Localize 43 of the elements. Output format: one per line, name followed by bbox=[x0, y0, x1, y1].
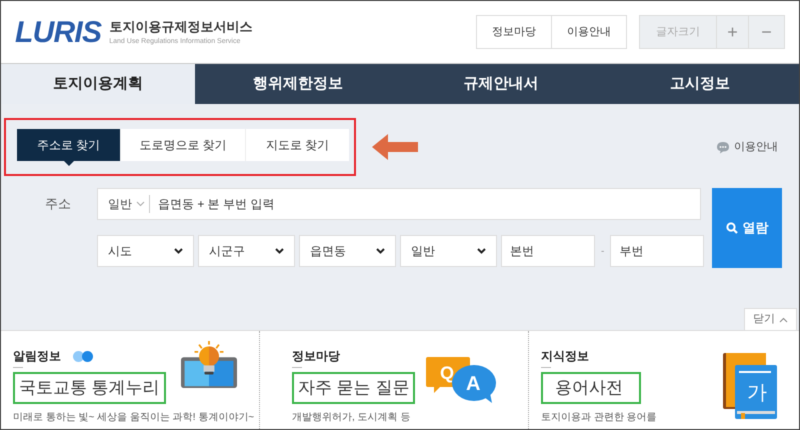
monitor-lightbulb-icon bbox=[179, 341, 239, 388]
section-heading: 지식정보 bbox=[541, 348, 589, 365]
service-description: 개발행위허가, 도시계획 등 bbox=[292, 411, 410, 425]
speech-bubble-icon bbox=[716, 140, 730, 154]
search-tab[interactable]: 지도로 찾기 bbox=[245, 129, 349, 161]
chevron-down-icon bbox=[275, 248, 284, 254]
service-title-link[interactable]: 자주 묻는 질문 bbox=[292, 372, 416, 404]
dropdown-select[interactable]: 시도 bbox=[97, 235, 194, 267]
address-type-select[interactable]: 일반 bbox=[108, 195, 150, 213]
service-title-link[interactable]: 국토교통 통계누리 bbox=[13, 372, 166, 404]
address-field[interactable]: 일반 읍면동 + 본 부번 입력 bbox=[97, 188, 701, 220]
left-arrow-icon bbox=[372, 134, 418, 160]
search-tab[interactable]: 도로명으로 찾기 bbox=[120, 129, 245, 161]
font-size-label: 글자크기 bbox=[655, 24, 701, 40]
chevron-down-icon bbox=[136, 201, 145, 207]
nav-tab[interactable]: 고시정보 bbox=[601, 64, 799, 104]
dropdown-select[interactable]: 시군구 bbox=[198, 235, 295, 267]
address-label: 주소 bbox=[45, 195, 72, 214]
nav-tab[interactable]: 행위제한정보 bbox=[195, 64, 401, 104]
close-toggle-button[interactable]: 닫기 bbox=[744, 308, 797, 330]
usage-guide-link[interactable]: 이용안내 bbox=[734, 138, 778, 156]
search-icon bbox=[726, 222, 738, 234]
section-heading: 알림정보 bbox=[13, 348, 61, 365]
dropdown-select[interactable]: 읍면동 bbox=[299, 235, 396, 267]
section-heading: 정보마당 bbox=[292, 348, 340, 365]
dash-separator: - bbox=[600, 244, 606, 258]
logo-text[interactable]: LURIS bbox=[15, 10, 102, 54]
lot-number-field[interactable]: 본번 bbox=[501, 235, 595, 267]
chevron-down-icon bbox=[376, 248, 385, 254]
service-description: 미래로 통하는 빛~ 세상을 움직이는 과학! 통계이야기~ bbox=[13, 411, 254, 425]
lot-number-field[interactable]: 부번 bbox=[610, 235, 704, 267]
search-tab[interactable]: 주소로 찾기 bbox=[17, 129, 120, 161]
chevron-down-icon bbox=[477, 248, 486, 254]
nav-tab[interactable]: 규제안내서 bbox=[401, 64, 601, 104]
service-title-link[interactable]: 용어사전 bbox=[541, 372, 641, 404]
tab-pointer-icon bbox=[64, 161, 74, 166]
chevron-down-icon bbox=[174, 248, 183, 254]
nav-tab[interactable]: 토지이용계획 bbox=[1, 64, 195, 104]
service-description: 토지이용과 관련한 용어를 bbox=[541, 411, 657, 425]
search-button[interactable]: 열람 bbox=[712, 188, 782, 268]
dropdown-select[interactable]: 일반 bbox=[400, 235, 497, 267]
service-name: 토지이용규제정보서비스 bbox=[109, 18, 252, 36]
chevron-up-icon bbox=[779, 316, 788, 322]
